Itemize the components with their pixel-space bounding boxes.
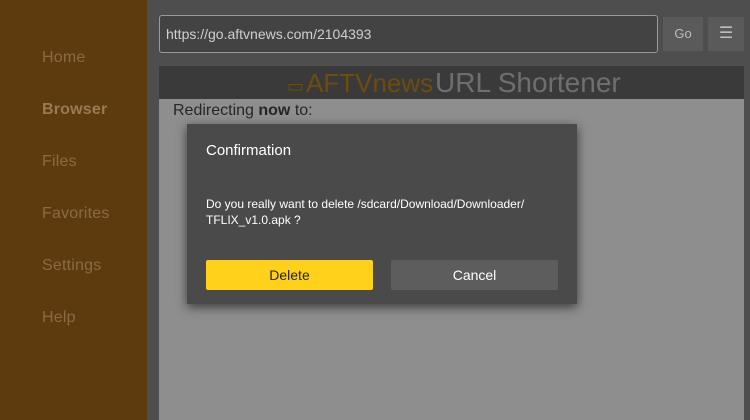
url-input[interactable]: https://go.aftvnews.com/2104393 <box>159 15 658 53</box>
tv-icon: ▭ <box>287 76 305 96</box>
sidebar-item-home[interactable]: Home <box>42 49 85 67</box>
menu-button[interactable]: ☰ <box>708 17 744 51</box>
site-title: URL Shortener <box>435 67 621 98</box>
sidebar-item-favorites[interactable]: Favorites <box>42 205 110 223</box>
site-header: ▭AFTVnews URL Shortener <box>159 66 744 99</box>
dialog-title: Confirmation <box>206 142 292 159</box>
dialog-message: Do you really want to delete /sdcard/Dow… <box>206 197 525 227</box>
sidebar: Home Browser Files Favorites Settings He… <box>0 0 147 420</box>
sidebar-item-browser[interactable]: Browser <box>42 101 107 119</box>
delete-button[interactable]: Delete <box>206 260 373 290</box>
confirmation-dialog: Confirmation Do you really want to delet… <box>187 124 577 304</box>
site-logo[interactable]: ▭AFTVnews <box>287 68 433 101</box>
redirect-text: Redirecting now to: <box>173 102 313 119</box>
site-logo-text: AFTVnews <box>306 68 434 98</box>
sidebar-item-settings[interactable]: Settings <box>42 257 101 275</box>
cancel-button[interactable]: Cancel <box>391 260 558 290</box>
menu-icon: ☰ <box>718 25 734 42</box>
go-button[interactable]: Go <box>663 17 703 51</box>
sidebar-item-files[interactable]: Files <box>42 153 77 171</box>
sidebar-item-help[interactable]: Help <box>42 309 76 327</box>
